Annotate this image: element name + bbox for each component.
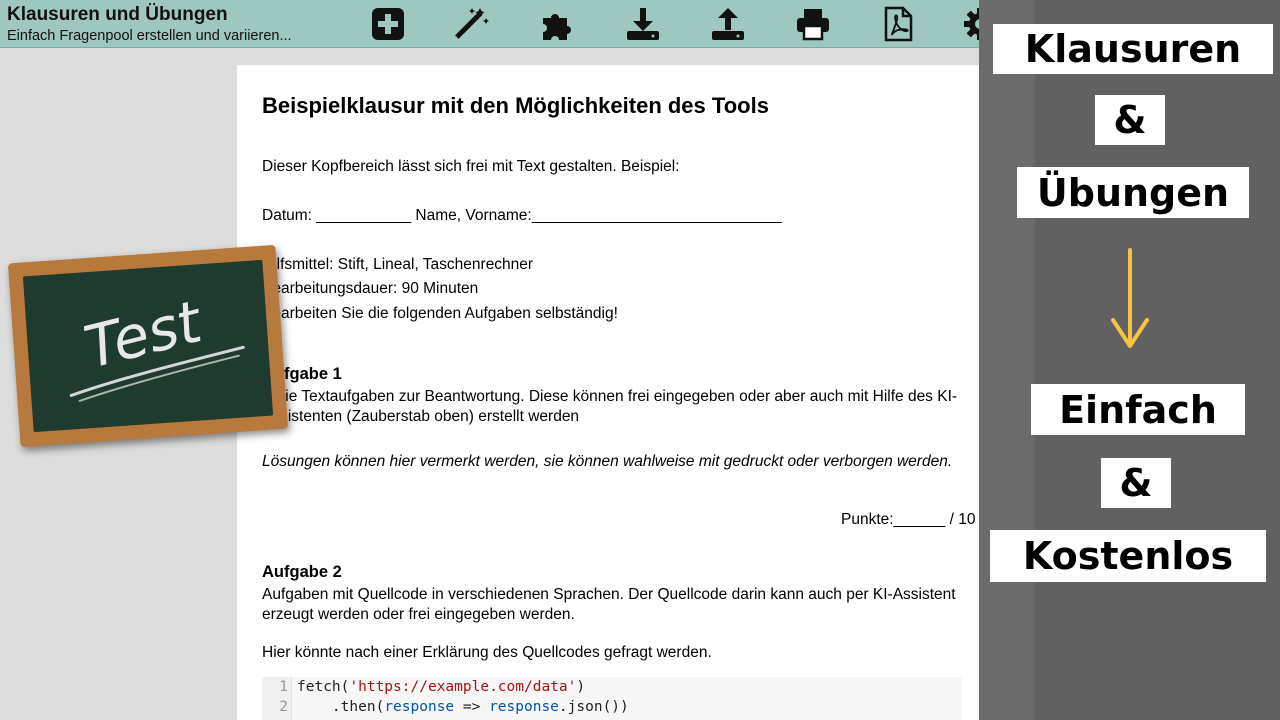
task2-text-line2: erzeugt werden oder frei eingegeben werd… [262,606,575,623]
exam-intro: Dieser Kopfbereich lässt sich frei mit T… [262,158,680,175]
pdf-icon [884,6,913,42]
print-button[interactable] [793,4,833,44]
ai-assistant-button[interactable] [452,4,492,44]
app-title: Klausuren und Übungen [7,4,228,25]
magic-wand-icon [455,8,489,39]
line-number: 2 [279,699,288,715]
task1-text-line1: Freie Textaufgaben zur Beantwortung. Die… [262,388,958,405]
code-line-2: .then(response => response.json()) [297,699,629,715]
code-editor[interactable]: 1 2 fetch('https://example.com/data') .t… [262,677,962,720]
code-token: .then( [297,699,385,715]
add-button[interactable] [368,4,408,44]
extensions-button[interactable] [537,4,577,44]
upload-button[interactable] [708,4,748,44]
promo-ampersand-1: & [1095,95,1165,145]
line-number: 1 [279,679,288,695]
task2-question: Hier könnte nach einer Erklärung des Que… [262,644,712,661]
print-icon [797,9,829,41]
code-token: fetch( [297,679,350,695]
exam-fields: Datum: ___________ Name, Vorname:_______… [262,207,782,224]
code-string: 'https://example.com/data' [349,679,577,695]
task2-text-line1: Aufgaben mit Quellcode in verschiedenen … [262,586,956,603]
exam-duration: Bearbeitungsdauer: 90 Minuten [262,280,479,297]
code-line-1: fetch('https://example.com/data') [297,679,585,695]
task1-text-line2: Assistenten (Zauberstab oben) erstellt w… [262,408,580,425]
code-variable: response [489,699,559,715]
task1-solution-note: Lösungen können hier vermerkt werden, si… [262,453,953,470]
promo-label-klausuren: Klausuren [993,24,1273,74]
promo-label-kostenlos: Kostenlos [990,530,1266,582]
chalkboard-image: Test [7,244,289,448]
task2-heading: Aufgabe 2 [262,563,342,581]
exam-title: Beispielklausur mit den Möglichkeiten de… [262,93,769,118]
upload-icon [712,8,744,40]
add-icon [372,8,404,40]
chalkboard-drawing: Test [69,287,245,402]
pdf-export-button[interactable] [878,4,918,44]
task1-points: Punkte:______ / 10 [841,511,976,528]
promo-ampersand-2: & [1101,458,1171,508]
puzzle-icon [543,14,571,40]
promo-label-einfach: Einfach [1031,384,1245,435]
app-subtitle: Einfach Fragenpool erstellen und variier… [7,28,292,44]
code-variable: response [384,699,455,715]
download-button[interactable] [623,4,663,44]
promo-label-uebungen: Übungen [1017,167,1249,218]
code-token: ) [576,679,586,695]
exam-instruction: Bearbeiten Sie die folgenden Aufgaben se… [262,305,618,322]
code-token: => [454,699,490,715]
exam-document: Beispielklausur mit den Möglichkeiten de… [237,65,997,720]
down-arrow-icon [1111,248,1149,348]
exam-aids: Hilfsmittel: Stift, Lineal, Taschenrechn… [262,256,534,273]
download-icon [627,8,659,40]
code-token: .json()) [558,699,629,715]
